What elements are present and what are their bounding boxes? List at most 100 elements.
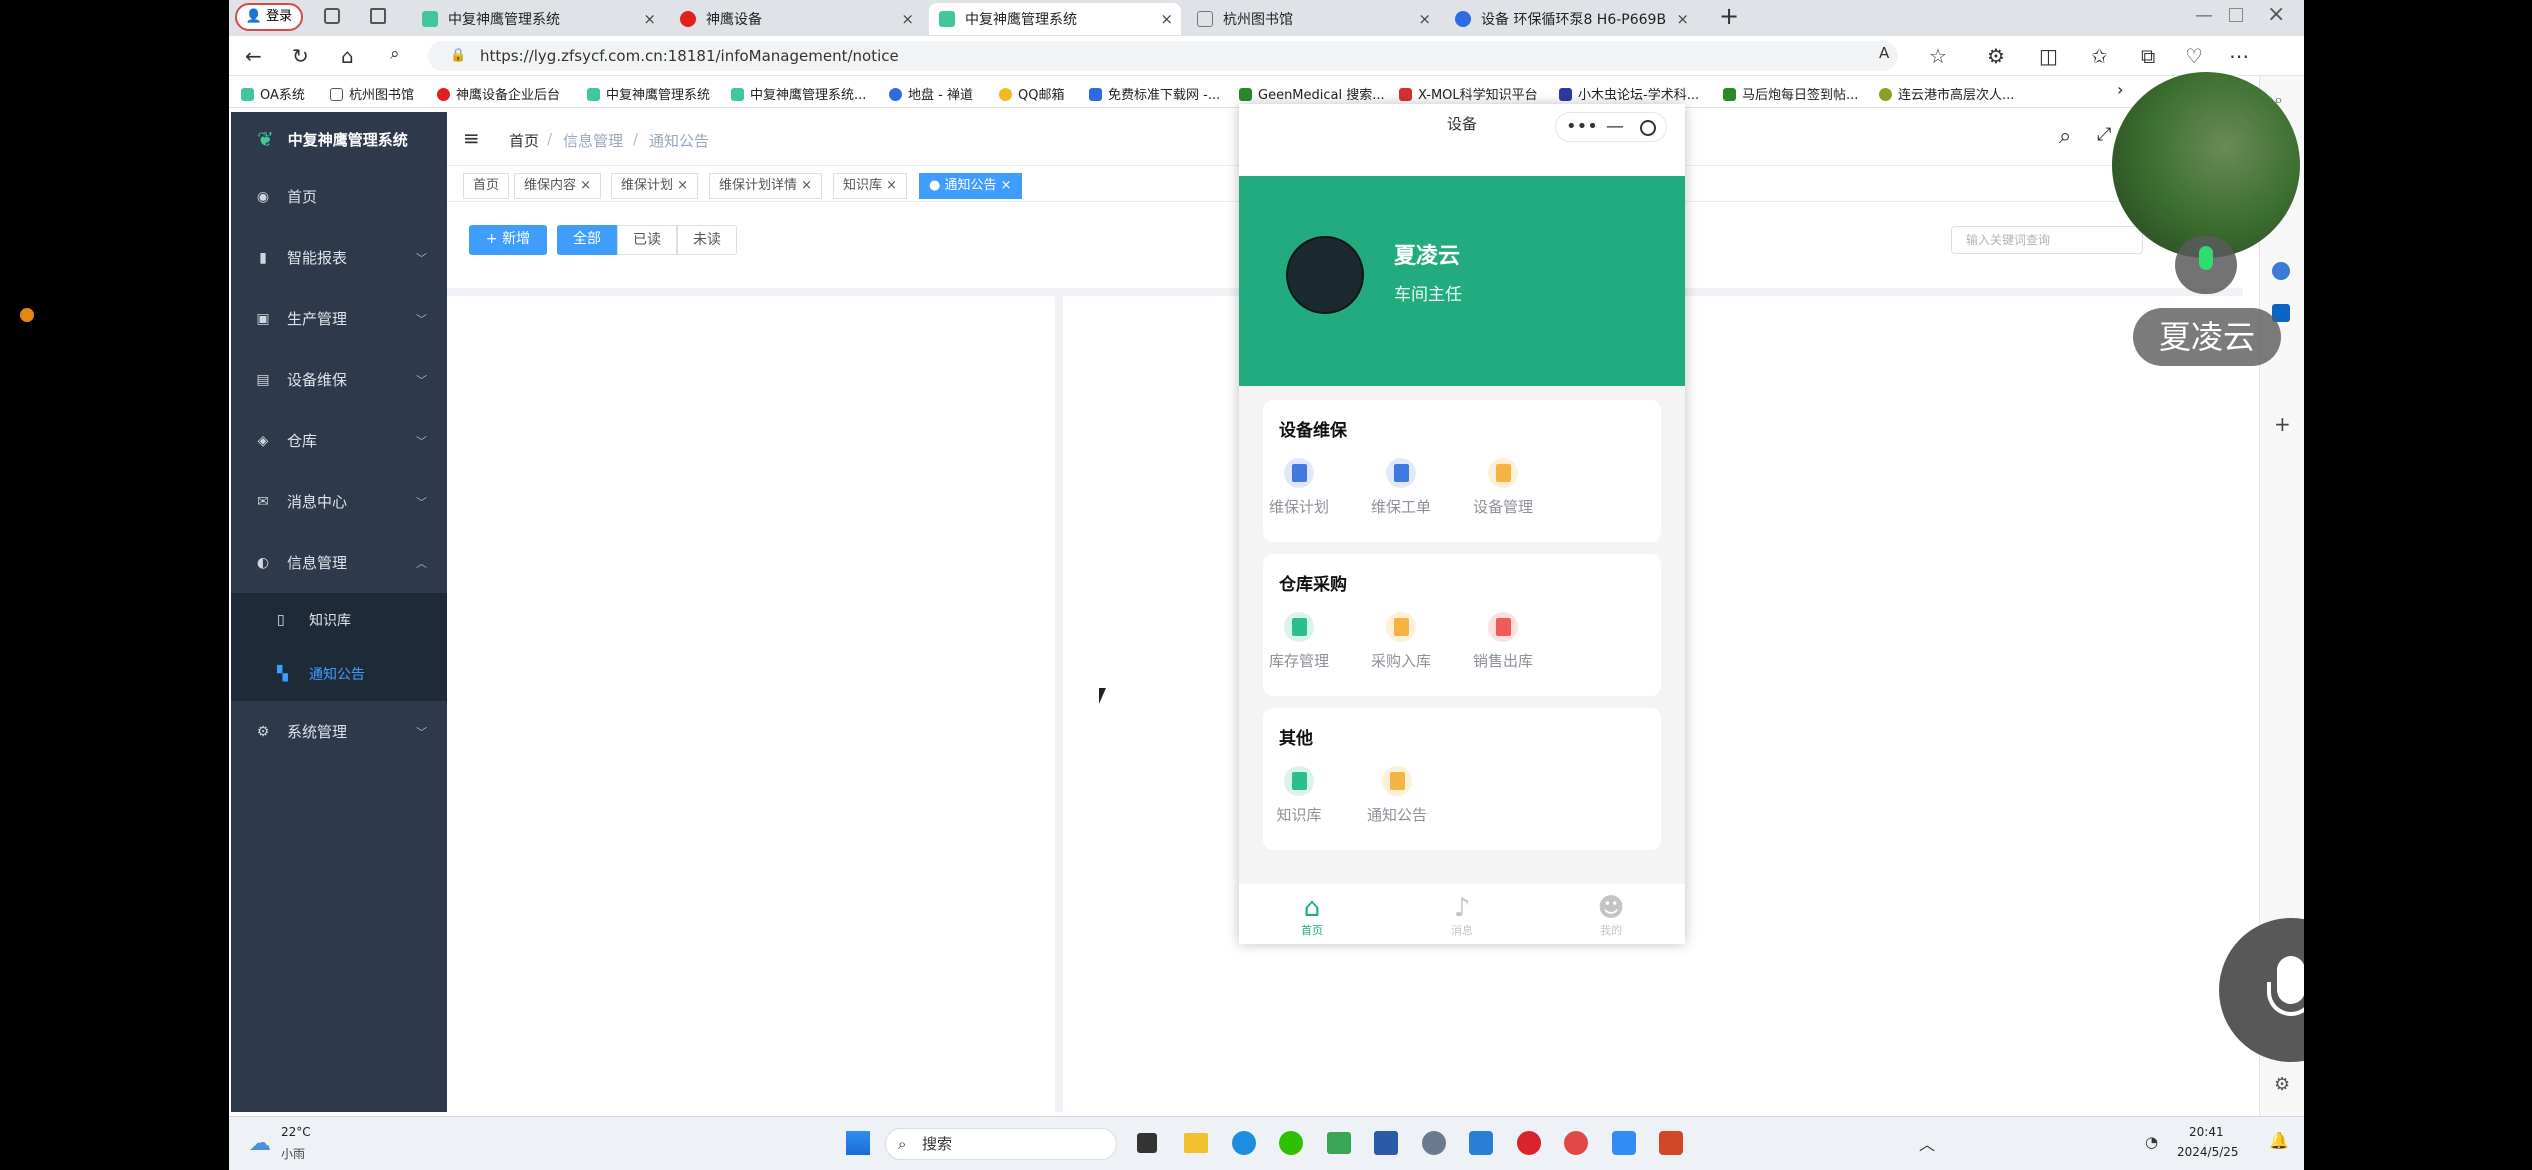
filter-unread[interactable]: 未读 [677, 225, 737, 255]
bookmark-item[interactable]: OA系统 [241, 84, 305, 103]
refresh-icon[interactable]: ↻ [292, 44, 309, 68]
close-tab-icon[interactable]: × [1160, 10, 1173, 28]
close-tab-icon[interactable]: × [1418, 10, 1431, 28]
browser-essentials-icon[interactable]: ♡ [2185, 44, 2203, 68]
tag-maint-plan[interactable]: 维保计划 × [611, 173, 699, 199]
notification-bell-icon[interactable]: 🔔 [2269, 1131, 2289, 1150]
bookmark-item[interactable]: 神鹰设备企业后台 [437, 84, 560, 103]
app-work-order[interactable]: 维保工单 [1361, 458, 1441, 517]
sidebar-item-maintenance[interactable]: ▤ 设备维保 ﹀ [231, 349, 447, 410]
search-input[interactable]: 输入关键词查询 [1951, 226, 2143, 254]
browser-tab-1[interactable]: 中复神鹰管理系统 × [412, 3, 664, 35]
app-inventory[interactable]: 库存管理 [1259, 612, 1339, 671]
breadcrumb-home[interactable]: 首页 [509, 130, 539, 151]
powerpoint-icon[interactable] [1659, 1131, 1683, 1155]
browser-tab-5[interactable]: 设备 环保循环泵8 H6-P669B 运行 × [1445, 3, 1697, 35]
close-tab-icon[interactable]: × [901, 10, 914, 28]
app-equipment[interactable]: 设备管理 [1463, 458, 1543, 517]
app-icon[interactable] [1469, 1131, 1493, 1155]
app-icon[interactable] [1612, 1131, 1636, 1155]
start-icon[interactable] [846, 1131, 870, 1155]
sidebar-item-home[interactable]: ◉ 首页 [231, 166, 447, 227]
sidebar-item-warehouse[interactable]: ◈ 仓库 ﹀ [231, 410, 447, 471]
hamburger-icon[interactable]: ≡ [463, 126, 480, 150]
search-icon[interactable]: ⌕ [390, 44, 400, 64]
app-notice[interactable]: 通知公告 [1357, 766, 1437, 825]
copilot-icon[interactable] [2272, 262, 2290, 280]
browser-tab-4[interactable]: 杭州图书馆 × [1187, 3, 1439, 35]
opera-icon[interactable] [1517, 1131, 1541, 1155]
tab-mine[interactable]: ☻ 我的 [1581, 894, 1641, 938]
bookmark-item[interactable]: GeenMedical 搜索... [1239, 84, 1385, 103]
fullscreen-icon[interactable]: ⤢ [2097, 124, 2111, 145]
bookmark-item[interactable]: X-MOL科学知识平台 [1399, 84, 1538, 103]
search-icon[interactable]: ⌕ [2059, 124, 2071, 149]
tag-home[interactable]: 首页 [463, 173, 510, 199]
tag-notice[interactable]: ● 通知公告 × [919, 173, 1022, 199]
login-button[interactable]: 👤 登录 [235, 3, 303, 31]
sidebar-item-system[interactable]: ⚙ 系统管理 ﹀ [231, 701, 447, 762]
clock-date[interactable]: 2024/5/25 [2177, 1145, 2239, 1159]
bookmark-item[interactable]: 中复神鹰管理系统 [587, 84, 710, 103]
word-icon[interactable] [1374, 1131, 1398, 1155]
task-view-icon[interactable] [1137, 1133, 1157, 1153]
browser-tab-2[interactable]: 神鹰设备 × [670, 3, 922, 35]
app-knowledge[interactable]: 知识库 [1259, 766, 1339, 825]
avatar[interactable] [1286, 236, 1364, 314]
split-screen-icon[interactable]: ◫ [2039, 44, 2058, 68]
app-maint-plan[interactable]: 维保计划 [1259, 458, 1339, 517]
workspaces-icon[interactable] [324, 8, 340, 24]
close-target-icon[interactable] [1640, 120, 1656, 136]
screen-capture-icon[interactable] [1327, 1132, 1351, 1154]
sidebar-item-production[interactable]: ▣ 生产管理 ﹀ [231, 288, 447, 349]
video-call-pip[interactable] [2112, 72, 2300, 258]
settings-icon[interactable] [1422, 1131, 1446, 1155]
taskbar-search[interactable]: ⌕ 搜索 [885, 1128, 1117, 1160]
bookmark-item[interactable]: 地盘 - 禅道 [889, 84, 973, 103]
back-icon[interactable]: ← [245, 44, 262, 68]
add-sidebar-icon[interactable]: + [2274, 412, 2291, 436]
tag-maint-content[interactable]: 维保内容 × [514, 173, 602, 199]
clock-time[interactable]: 20:41 [2189, 1125, 2224, 1139]
sidebar-item-notice[interactable]: ▚ 通知公告 [231, 647, 447, 701]
close-tab-icon[interactable]: × [643, 10, 656, 28]
tray-wifi-icon[interactable]: ◔ [2145, 1133, 2158, 1151]
minimize-window-icon[interactable]: — [2195, 5, 2213, 26]
opera-icon[interactable] [1564, 1131, 1588, 1155]
bookmark-item[interactable]: 免费标准下载网 -... [1089, 84, 1220, 103]
tag-maint-plan-detail[interactable]: 维保计划详情 × [709, 173, 823, 199]
home-icon[interactable]: ⌂ [341, 44, 354, 68]
bookmark-item[interactable]: 杭州图书馆 [330, 84, 414, 103]
tab-messages[interactable]: ♪ 消息 [1432, 894, 1492, 938]
app-sales-out[interactable]: 销售出库 [1463, 612, 1543, 671]
sidebar-item-knowledge[interactable]: ▯ 知识库 [231, 593, 447, 647]
collections-icon[interactable]: ⧉ [2141, 44, 2155, 68]
new-tab-icon[interactable]: + [1719, 2, 1739, 30]
favorites-icon[interactable]: ✩ [2091, 44, 2108, 68]
favorite-star-icon[interactable]: ☆ [1929, 44, 1947, 68]
tab-home[interactable]: ⌂ 首页 [1282, 894, 1342, 938]
bookmark-item[interactable]: 马后炮每日签到帖... [1723, 84, 1858, 103]
sidebar-item-reports[interactable]: ▮ 智能报表 ﹀ [231, 227, 447, 288]
bookmark-item[interactable]: QQ邮箱 [999, 84, 1064, 103]
url-field[interactable]: 🔒 https://lyg.zfsycf.com.cn:18181/infoMan… [428, 41, 1898, 71]
bookmarks-overflow-icon[interactable]: › [2117, 80, 2123, 99]
more-dots-icon[interactable]: ••• [1566, 107, 1598, 147]
app-purchase-in[interactable]: 采购入库 [1361, 612, 1441, 671]
bookmark-item[interactable]: 小木虫论坛-学术科... [1559, 84, 1699, 103]
close-window-icon[interactable]: × [2267, 2, 2285, 27]
bookmark-item[interactable]: 连云港市高层次人... [1879, 84, 2014, 103]
extensions-icon[interactable]: ⚙ [1987, 44, 2005, 68]
tray-chevron-icon[interactable]: ︿ [1919, 1131, 1935, 1155]
read-aloud-icon[interactable]: A [1879, 44, 1889, 62]
restore-window-icon[interactable] [2229, 8, 2243, 22]
close-tab-icon[interactable]: × [1676, 10, 1689, 28]
browser-tab-3-active[interactable]: 中复神鹰管理系统 × [929, 3, 1181, 35]
more-menu-icon[interactable]: ⋯ [2229, 44, 2249, 68]
file-explorer-icon[interactable] [1184, 1133, 1208, 1153]
minimize-icon[interactable]: — [1606, 107, 1624, 147]
sidebar-item-info[interactable]: ◐ 信息管理 ︿ [231, 532, 447, 593]
wechat-icon[interactable] [1279, 1131, 1303, 1155]
tag-knowledge[interactable]: 知识库 × [833, 173, 908, 199]
add-button[interactable]: + 新增 [469, 225, 547, 255]
